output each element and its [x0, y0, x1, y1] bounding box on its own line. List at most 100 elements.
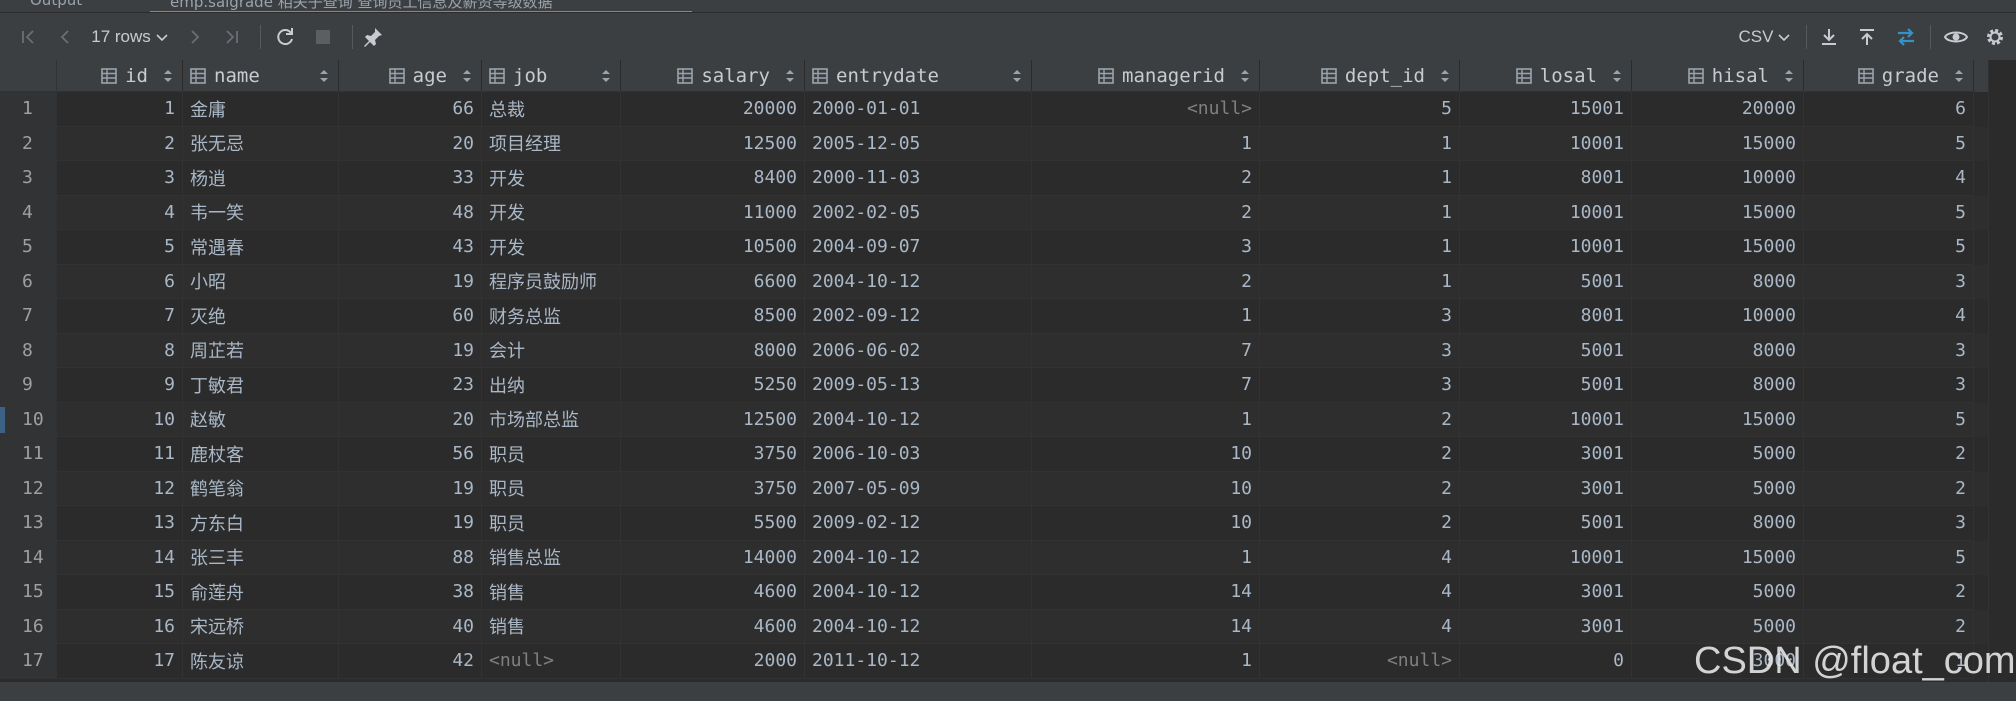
cell-managerid[interactable]: 2: [1032, 161, 1260, 196]
cell-job[interactable]: 财务总监: [482, 299, 621, 334]
cell-dept-id[interactable]: 2: [1260, 471, 1460, 506]
column-header-managerid[interactable]: managerid: [1032, 60, 1260, 92]
sort-icon[interactable]: [1612, 68, 1622, 84]
cell-id[interactable]: 8: [57, 333, 183, 368]
cell-managerid[interactable]: 1: [1032, 299, 1260, 334]
cell-grade[interactable]: 5: [1804, 230, 1974, 265]
cell-losal[interactable]: 10001: [1460, 126, 1632, 161]
cell-dept-id[interactable]: 5: [1260, 92, 1460, 127]
cell-entrydate[interactable]: 2007-05-09: [805, 471, 1032, 506]
cell-entrydate[interactable]: 2000-11-03: [805, 161, 1032, 196]
cell-losal[interactable]: 10001: [1460, 195, 1632, 230]
cell-grade[interactable]: 2: [1804, 575, 1974, 610]
table-row[interactable]: 9 9 丁敏君 23 出纳 5250 2009-05-13 7 3 5001 8000 3: [0, 368, 1988, 403]
cell-id[interactable]: 16: [57, 609, 183, 644]
cell-job[interactable]: 销售: [482, 575, 621, 610]
cell-age[interactable]: 19: [339, 264, 482, 299]
sort-icon[interactable]: [319, 68, 329, 84]
sort-icon[interactable]: [163, 68, 173, 84]
cell-salary[interactable]: 3750: [621, 471, 805, 506]
table-row[interactable]: 3 3 杨逍 33 开发 8400 2000-11-03 2 1 8001 10000 4: [0, 161, 1988, 196]
sort-icon[interactable]: [785, 68, 795, 84]
cell-losal[interactable]: 8001: [1460, 161, 1632, 196]
cell-hisal[interactable]: 8000: [1632, 264, 1804, 299]
cell-salary[interactable]: 20000: [621, 92, 805, 127]
export-format-dropdown[interactable]: CSV: [1734, 13, 1796, 60]
cell-name[interactable]: 金庸: [183, 92, 339, 127]
cell-managerid[interactable]: 3: [1032, 230, 1260, 265]
cell-name[interactable]: 张无忌: [183, 126, 339, 161]
cell-id[interactable]: 1: [57, 92, 183, 127]
cell-grade[interactable]: 3: [1804, 506, 1974, 541]
cell-age[interactable]: 43: [339, 230, 482, 265]
cell-job[interactable]: 职员: [482, 506, 621, 541]
cell-entrydate[interactable]: 2006-06-02: [805, 333, 1032, 368]
cell-managerid[interactable]: <null>: [1032, 92, 1260, 127]
cell-job[interactable]: 销售: [482, 609, 621, 644]
column-header-name[interactable]: name: [183, 60, 339, 92]
sort-icon[interactable]: [601, 68, 611, 84]
cell-hisal[interactable]: 15000: [1632, 195, 1804, 230]
row-number[interactable]: 8: [0, 333, 57, 368]
cell-entrydate[interactable]: 2004-10-12: [805, 402, 1032, 437]
cell-losal[interactable]: 3001: [1460, 471, 1632, 506]
cell-entrydate[interactable]: 2006-10-03: [805, 437, 1032, 472]
row-number[interactable]: 7: [0, 299, 57, 334]
cell-dept-id[interactable]: 3: [1260, 299, 1460, 334]
table-row[interactable]: 7 7 灭绝 60 财务总监 8500 2002-09-12 1 3 8001 10000 4: [0, 299, 1988, 334]
table-row[interactable]: 17 17 陈友谅 42 <null> 2000 2011-10-12 1 <null> 0 300…: [0, 644, 1988, 679]
cell-name[interactable]: 灭绝: [183, 299, 339, 334]
cell-grade[interactable]: 6: [1804, 92, 1974, 127]
cell-managerid[interactable]: 7: [1032, 333, 1260, 368]
table-row[interactable]: 13 13 方东白 19 职员 5500 2009-02-12 10 2 5001 8000 3: [0, 506, 1988, 541]
cell-hisal[interactable]: 15000: [1632, 126, 1804, 161]
cell-grade[interactable]: 3: [1804, 368, 1974, 403]
cell-age[interactable]: 20: [339, 126, 482, 161]
cell-age[interactable]: 60: [339, 299, 482, 334]
table-row[interactable]: 6 6 小昭 19 程序员鼓励师 6600 2004-10-12 2 1 5001 8000 3: [0, 264, 1988, 299]
cell-name[interactable]: 陈友谅: [183, 644, 339, 679]
cell-name[interactable]: 小昭: [183, 264, 339, 299]
column-header-age[interactable]: age: [339, 60, 482, 92]
cell-grade[interactable]: 2: [1804, 437, 1974, 472]
cell-name[interactable]: 鹤笔翁: [183, 471, 339, 506]
cell-name[interactable]: 丁敏君: [183, 368, 339, 403]
cell-entrydate[interactable]: 2004-10-12: [805, 264, 1032, 299]
cell-hisal[interactable]: 8000: [1632, 333, 1804, 368]
row-number[interactable]: 9: [0, 368, 57, 403]
cell-job[interactable]: 开发: [482, 195, 621, 230]
column-header-losal[interactable]: losal: [1460, 60, 1632, 92]
cell-entrydate[interactable]: 2004-10-12: [805, 540, 1032, 575]
cell-age[interactable]: 19: [339, 333, 482, 368]
cell-name[interactable]: 鹿杖客: [183, 437, 339, 472]
row-number[interactable]: 4: [0, 195, 57, 230]
cell-hisal[interactable]: 5000: [1632, 471, 1804, 506]
table-row[interactable]: 11 11 鹿杖客 56 职员 3750 2006-10-03 10 2 3001 5000 2: [0, 437, 1988, 472]
cell-entrydate[interactable]: 2004-09-07: [805, 230, 1032, 265]
cell-name[interactable]: 韦一笑: [183, 195, 339, 230]
cell-dept-id[interactable]: 4: [1260, 609, 1460, 644]
cell-entrydate[interactable]: 2002-09-12: [805, 299, 1032, 334]
cell-dept-id[interactable]: 1: [1260, 161, 1460, 196]
cell-dept-id[interactable]: 1: [1260, 126, 1460, 161]
pin-tab-button[interactable]: [358, 13, 388, 60]
table-row[interactable]: 1 1 金庸 66 总裁 20000 2000-01-01 <null> 5 15001 20000…: [0, 92, 1988, 127]
cell-id[interactable]: 11: [57, 437, 183, 472]
cell-grade[interactable]: 5: [1804, 540, 1974, 575]
cell-dept-id[interactable]: 2: [1260, 437, 1460, 472]
settings-button[interactable]: [1978, 13, 2012, 60]
cell-hisal[interactable]: 10000: [1632, 161, 1804, 196]
cell-salary[interactable]: 8500: [621, 299, 805, 334]
cell-salary[interactable]: 5250: [621, 368, 805, 403]
cell-losal[interactable]: 10001: [1460, 540, 1632, 575]
cell-hisal[interactable]: 20000: [1632, 92, 1804, 127]
column-header-job[interactable]: job: [482, 60, 621, 92]
cell-losal[interactable]: 8001: [1460, 299, 1632, 334]
cell-entrydate[interactable]: 2005-12-05: [805, 126, 1032, 161]
cell-dept-id[interactable]: 4: [1260, 540, 1460, 575]
table-row[interactable]: 16 16 宋远桥 40 销售 4600 2004-10-12 14 4 3001 5000 2: [0, 609, 1988, 644]
cell-entrydate[interactable]: 2009-05-13: [805, 368, 1032, 403]
cell-dept-id[interactable]: 2: [1260, 506, 1460, 541]
cell-hisal[interactable]: 15000: [1632, 230, 1804, 265]
cell-managerid[interactable]: 1: [1032, 402, 1260, 437]
